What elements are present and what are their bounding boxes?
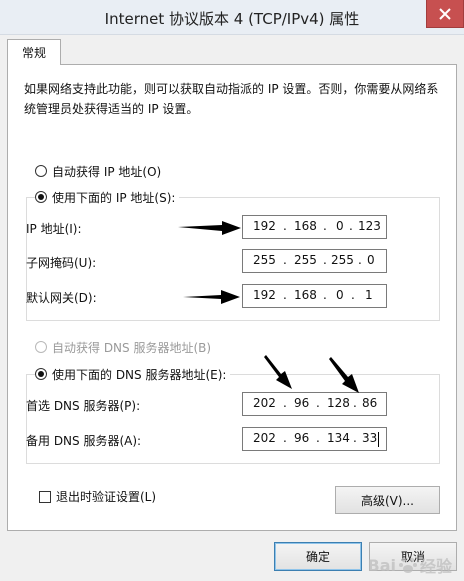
alternate-dns-input[interactable]: 202 . 96 . 134 . 33	[242, 427, 387, 451]
ip-octet-3: 0	[336, 219, 344, 233]
pdns-octet-1: 202	[253, 396, 276, 410]
tab-general-label: 常规	[21, 46, 46, 60]
default-gateway-input[interactable]: 192 . 168 . 0 . 1	[242, 284, 387, 308]
preferred-dns-label: 首选 DNS 服务器(P):	[26, 399, 141, 413]
ip-dot: .	[323, 219, 327, 233]
arrow-annotation-icon	[329, 357, 359, 393]
ip-dot: .	[349, 219, 353, 233]
gw-octet-3: 0	[336, 288, 344, 302]
radio-manual-ip[interactable]: 使用下面的 IP 地址(S):	[35, 188, 180, 206]
ip-address-input[interactable]: 192 . 168 . 0 . 123	[242, 215, 387, 239]
subnet-mask-label: 子网掩码(U):	[26, 256, 97, 270]
ip-octet-4: 123	[358, 219, 381, 233]
pdns-dot: .	[316, 396, 320, 410]
text-cursor	[378, 432, 379, 447]
adns-octet-1: 202	[253, 431, 276, 445]
alternate-dns-label: 备用 DNS 服务器(A):	[26, 434, 142, 448]
close-icon	[439, 7, 451, 20]
watermark-text-right: 经验	[419, 557, 452, 576]
close-button[interactable]	[426, 0, 464, 28]
ip-dot: .	[283, 219, 287, 233]
adns-dot: .	[353, 431, 357, 445]
baidu-watermark: Bai 经验	[368, 553, 453, 577]
gw-octet-2: 168	[294, 288, 317, 302]
paw-icon	[398, 557, 417, 573]
pdns-dot: .	[283, 396, 287, 410]
subnet-mask-input[interactable]: 255 . 255 . 255 . 0	[242, 249, 387, 273]
mask-dot: .	[323, 253, 327, 267]
radio-auto-dns-label: 自动获得 DNS 服务器地址(B)	[52, 340, 212, 355]
validate-on-exit[interactable]: 退出时验证设置(L)	[39, 488, 156, 505]
adns-dot: .	[283, 431, 287, 445]
radio-manual-dns-button[interactable]	[35, 368, 47, 380]
radio-manual-ip-button[interactable]	[35, 191, 47, 203]
radio-manual-dns-label: 使用下面的 DNS 服务器地址(E):	[52, 367, 227, 382]
preferred-dns-input[interactable]: 202 . 96 . 128 . 86	[242, 392, 387, 416]
ip-octet-2: 168	[294, 219, 317, 233]
adns-dot: .	[316, 431, 320, 445]
advanced-button[interactable]: 高级(V)...	[335, 486, 440, 514]
pdns-octet-2: 96	[294, 396, 310, 410]
adns-octet-2: 96	[294, 431, 310, 445]
validate-on-exit-checkbox[interactable]	[39, 490, 51, 503]
tab-general[interactable]: 常规	[7, 39, 61, 65]
radio-auto-ip-label: 自动获得 IP 地址(O)	[52, 164, 162, 179]
radio-auto-dns[interactable]: 自动获得 DNS 服务器地址(B)	[35, 338, 211, 356]
pdns-octet-4: 86	[362, 396, 378, 410]
radio-manual-dns[interactable]: 使用下面的 DNS 服务器地址(E):	[35, 365, 231, 383]
pdns-octet-3: 128	[327, 396, 350, 410]
mask-octet-3: 255	[331, 253, 354, 267]
radio-manual-ip-label: 使用下面的 IP 地址(S):	[52, 190, 176, 205]
ip-address-label: IP 地址(I):	[26, 222, 82, 236]
mask-octet-4: 0	[367, 253, 375, 267]
radio-auto-ip[interactable]: 自动获得 IP 地址(O)	[35, 162, 161, 180]
ok-button[interactable]: 确定	[274, 542, 362, 571]
validate-on-exit-label: 退出时验证设置(L)	[56, 490, 157, 504]
gw-dot: .	[351, 288, 355, 302]
radio-auto-ip-button[interactable]	[35, 165, 47, 177]
default-gateway-label: 默认网关(D):	[26, 291, 97, 305]
description-text: 如果网络支持此功能，则可以获取自动指派的 IP 设置。否则，你需要从网络系统管理…	[24, 82, 439, 116]
arrow-annotation-icon	[178, 221, 241, 235]
radio-auto-dns-button[interactable]	[35, 341, 47, 353]
mask-octet-1: 255	[253, 253, 276, 267]
adns-octet-3: 134	[327, 431, 350, 445]
adns-octet-4: 33	[362, 431, 378, 445]
mask-dot: .	[358, 253, 362, 267]
arrow-annotation-icon	[264, 355, 292, 389]
window-title: Internet 协议版本 4 (TCP/IPv4) 属性	[104, 10, 360, 28]
arrow-annotation-icon	[183, 290, 240, 304]
title-bar: Internet 协议版本 4 (TCP/IPv4) 属性	[0, 0, 464, 35]
gw-octet-1: 192	[253, 288, 276, 302]
ip-octet-1: 192	[253, 219, 276, 233]
gw-octet-4: 1	[365, 288, 373, 302]
mask-octet-2: 255	[294, 253, 317, 267]
gw-dot: .	[323, 288, 327, 302]
gw-dot: .	[283, 288, 287, 302]
dialog-window: Internet 协议版本 4 (TCP/IPv4) 属性 常规 如果网络支持此…	[0, 0, 464, 581]
watermark-text-left: Bai	[367, 555, 396, 575]
pdns-dot: .	[353, 396, 357, 410]
mask-dot: .	[283, 253, 287, 267]
